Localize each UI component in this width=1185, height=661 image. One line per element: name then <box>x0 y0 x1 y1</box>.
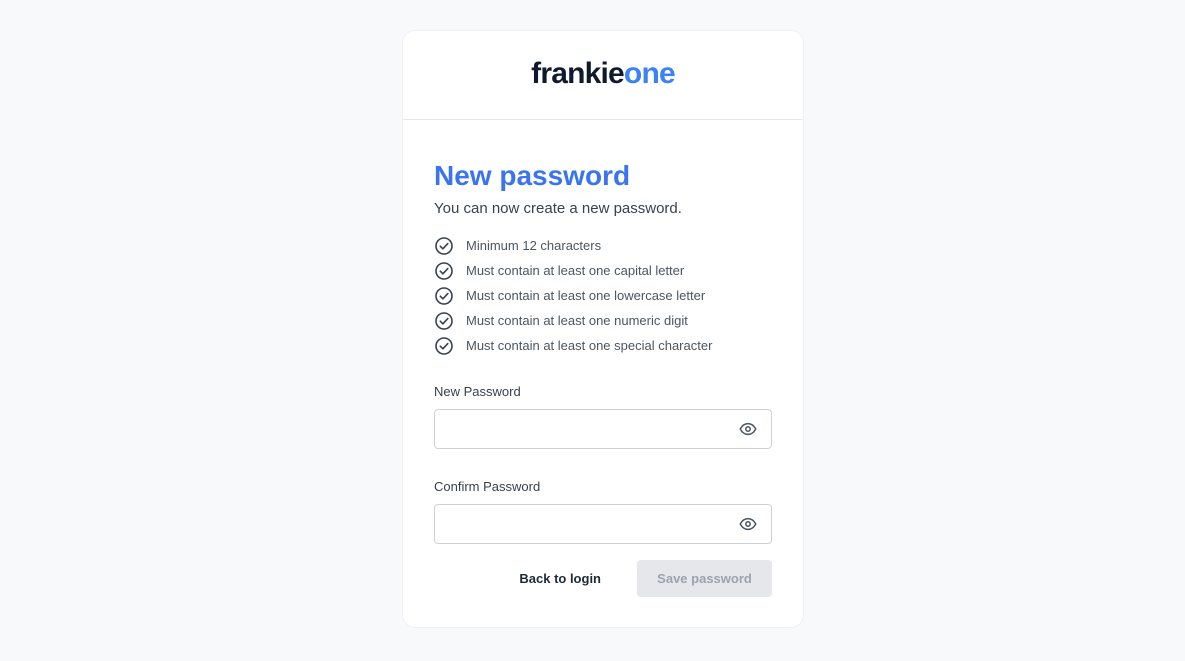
new-password-field-wrapper <box>434 409 772 449</box>
check-circle-icon <box>434 336 454 356</box>
reset-password-card: frankieone New password You can now crea… <box>403 31 803 627</box>
confirm-password-field-wrapper <box>434 504 772 544</box>
eye-icon[interactable] <box>739 422 757 436</box>
check-circle-icon <box>434 311 454 331</box>
check-circle-icon <box>434 286 454 306</box>
frankieone-logo: frankieone <box>531 57 676 90</box>
new-password-label: New Password <box>434 384 521 399</box>
new-password-input[interactable] <box>445 411 739 449</box>
page-title: New password <box>434 160 631 191</box>
password-rules-list: Minimum 12 characters Must contain at le… <box>434 233 772 358</box>
password-rule-text: Must contain at least one special charac… <box>466 338 713 353</box>
password-rule-text: Must contain at least one capital letter <box>466 263 685 278</box>
password-rule: Must contain at least one special charac… <box>434 333 772 358</box>
password-rule-text: Must contain at least one lowercase lett… <box>466 288 706 303</box>
password-rule: Must contain at least one numeric digit <box>434 308 772 333</box>
check-circle-icon <box>434 261 454 281</box>
password-rule: Minimum 12 characters <box>434 233 772 258</box>
password-rule-text: Minimum 12 characters <box>466 238 602 253</box>
confirm-password-label: Confirm Password <box>434 479 541 494</box>
save-password-button[interactable]: Save password <box>637 560 772 597</box>
check-circle-icon <box>434 236 454 256</box>
page-subtitle: You can now create a new password. <box>434 200 682 217</box>
password-rule: Must contain at least one lowercase lett… <box>434 283 772 308</box>
card-header: frankieone <box>403 31 803 120</box>
password-rule: Must contain at least one capital letter <box>434 258 772 283</box>
card-body: New password You can now create a new pa… <box>403 120 803 597</box>
form-actions: Back to login Save password <box>434 560 772 597</box>
eye-icon[interactable] <box>739 517 757 531</box>
logo-one-text: one <box>623 57 676 90</box>
back-to-login-link[interactable]: Back to login <box>519 571 601 586</box>
logo-frankie-text: frankie <box>531 57 625 90</box>
confirm-password-input[interactable] <box>445 506 739 544</box>
password-rule-text: Must contain at least one numeric digit <box>466 313 688 328</box>
